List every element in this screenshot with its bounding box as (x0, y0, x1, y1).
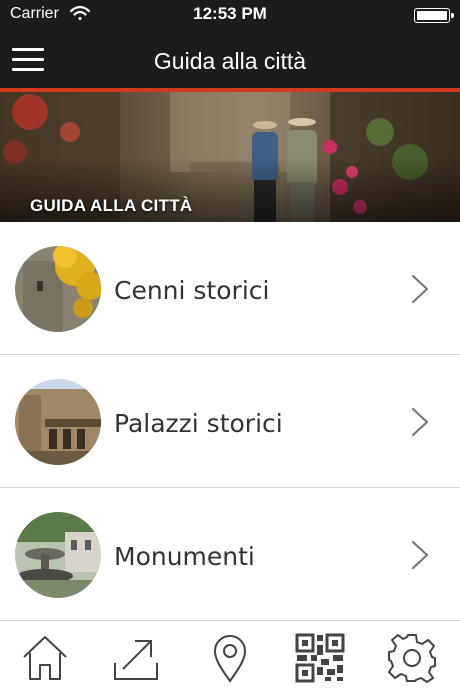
chevron-right-icon (411, 274, 429, 304)
tab-bar (0, 620, 460, 690)
thumbnail-image (15, 379, 101, 465)
hero-banner: GUIDA ALLA CITTÀ (0, 92, 460, 222)
banner-title: GUIDA ALLA CITTÀ (30, 196, 193, 215)
battery-icon (414, 8, 454, 23)
chevron-right-icon (411, 407, 429, 437)
list-item-palazzi-storici[interactable]: Palazzi storici (0, 355, 460, 488)
page-title: Guida alla città (153, 48, 307, 74)
share-icon[interactable] (111, 633, 161, 683)
chevron-right-icon (411, 540, 429, 570)
qr-code-icon[interactable] (295, 633, 345, 683)
home-icon[interactable] (20, 633, 70, 683)
list-item-monumenti[interactable]: Monumenti (0, 488, 460, 620)
status-bar: Carrier 12:53 PM (0, 0, 460, 30)
list-item-label: Cenni storici (114, 276, 270, 305)
status-time: 12:53 PM (193, 4, 267, 23)
list-item-cenni-storici[interactable]: Cenni storici (0, 222, 460, 355)
list-item-label: Monumenti (114, 542, 255, 571)
nav-bar: Guida alla città (0, 30, 460, 88)
location-pin-icon[interactable] (205, 633, 255, 683)
list-item-label: Palazzi storici (114, 409, 283, 438)
category-list: Cenni storici Palazzi storici Monumenti (0, 222, 460, 620)
settings-gear-icon[interactable] (387, 633, 437, 683)
thumbnail-image (15, 512, 101, 598)
thumbnail-image (15, 246, 101, 332)
